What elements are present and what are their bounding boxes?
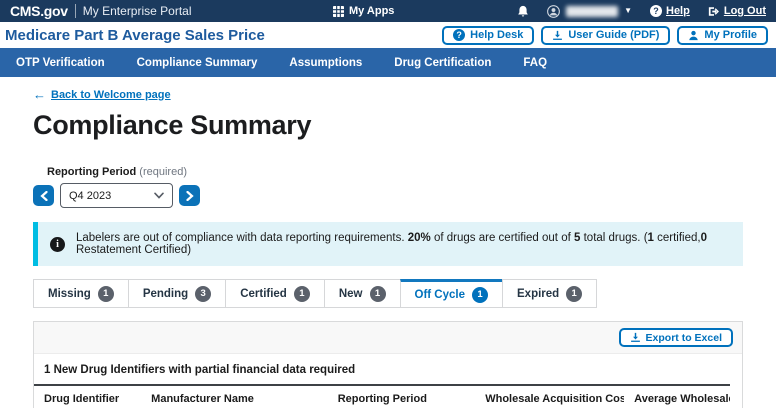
status-tabs: Missing 1 Pending 3 Certified 1 New 1 Off Cy… [33,279,743,308]
help-link[interactable]: ? Help [650,5,690,17]
reporting-period-select[interactable]: Q4 2023 [60,183,173,208]
tab-off-cycle[interactable]: Off Cycle 1 [399,279,503,308]
my-profile-button[interactable]: My Profile [677,25,768,45]
panel-toolbar: Export to Excel [34,322,742,354]
app-header: Medicare Part B Average Sales Price ? He… [0,22,776,48]
back-to-welcome-link[interactable]: Back to Welcome page [51,89,171,101]
previous-period-button[interactable] [33,185,54,206]
count-badge: 1 [97,285,114,302]
next-period-button[interactable] [179,185,200,206]
primary-nav: OTP Verification Compliance Summary Assu… [0,48,776,77]
user-menu[interactable]: ▼ [547,4,632,18]
count-badge: 1 [566,285,583,302]
info-banner-text: Labelers are out of compliance with data… [76,232,708,256]
info-banner: i Labelers are out of compliance with da… [33,222,743,266]
count-badge: 1 [369,285,386,302]
tab-certified[interactable]: Certified 1 [225,279,325,308]
count-badge: 1 [293,285,310,302]
grid-icon [333,5,344,17]
question-circle-icon: ? [650,5,662,17]
count-badge: 1 [472,286,488,303]
user-guide-button[interactable]: User Guide (PDF) [541,25,671,45]
tab-missing[interactable]: Missing 1 [33,279,129,308]
logout-icon [708,6,719,16]
user-name-redacted [566,5,619,17]
table-wrapper: Drug Identifier Manufacturer Name Report… [34,384,742,408]
tab-pending[interactable]: Pending 3 [127,279,227,308]
col-wholesale-acquisition-cost: Wholesale Acquisition Cost [475,384,625,408]
download-icon [553,30,563,40]
tab-new[interactable]: New 1 [323,279,401,308]
page-title: Compliance Summary [33,110,312,140]
count-badge: 3 [195,285,212,302]
portal-name: My Enterprise Portal [82,4,192,18]
my-apps-label: My Apps [349,5,395,17]
arrow-left-icon: ← [33,87,46,102]
col-reporting-period: Reporting Period [327,384,476,408]
user-avatar-icon [547,4,560,18]
required-hint: (required) [139,166,187,178]
nav-otp-verification[interactable]: OTP Verification [16,57,105,69]
col-manufacturer-name: Manufacturer Name [141,384,328,408]
download-icon [630,332,640,342]
col-average-wholesale-price: Average Wholesale Price [624,384,730,408]
person-icon [689,30,699,40]
drug-table: Drug Identifier Manufacturer Name Report… [34,384,730,408]
my-apps-button[interactable]: My Apps [333,0,394,22]
col-drug-identifier: Drug Identifier [34,384,142,408]
cms-logo[interactable]: CMS.gov [10,3,68,19]
logout-link[interactable]: Log Out [708,5,766,17]
nav-assumptions[interactable]: Assumptions [289,57,362,69]
reporting-period-label: Reporting Period (required) [47,166,187,178]
help-desk-button[interactable]: ? Help Desk [442,25,535,45]
nav-compliance-summary[interactable]: Compliance Summary [137,57,258,69]
info-icon: i [50,236,65,252]
nav-faq[interactable]: FAQ [523,57,547,69]
top-bar: CMS.gov My Enterprise Portal My Apps ▼ ?… [0,0,776,22]
tab-expired[interactable]: Expired 1 [502,279,598,308]
brand-divider [74,4,76,18]
chevron-down-icon [154,192,164,199]
table-caption: 1 New Drug Identifiers with partial fina… [44,364,356,376]
chevron-left-icon [39,190,48,201]
main-content: ← Back to Welcome page Compliance Summar… [0,88,776,408]
nav-drug-certification[interactable]: Drug Certification [394,57,491,69]
chevron-right-icon [185,190,194,201]
app-title: Medicare Part B Average Sales Price [5,26,265,44]
bell-icon[interactable] [517,5,529,18]
results-panel: Export to Excel 1 New Drug Identifiers w… [33,321,743,408]
caret-down-icon: ▼ [624,6,632,15]
export-to-excel-button[interactable]: Export to Excel [618,328,733,347]
question-circle-icon: ? [453,29,466,41]
